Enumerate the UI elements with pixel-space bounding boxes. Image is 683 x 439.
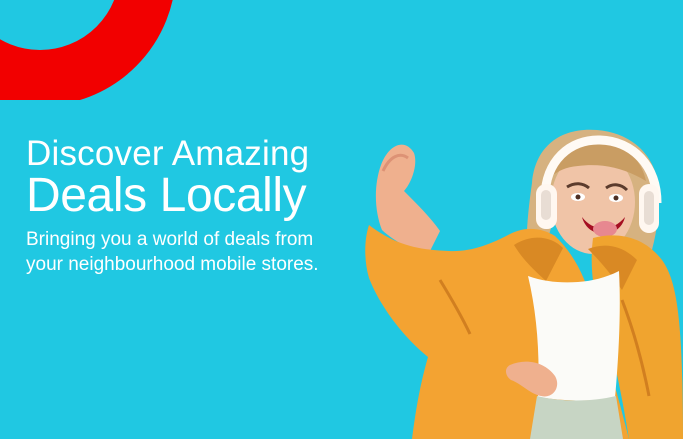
subtitle: Bringing you a world of deals from your … xyxy=(26,227,364,277)
woman-with-headphones-illustration xyxy=(365,129,683,439)
headline-line-1: Discover Amazing xyxy=(26,134,310,173)
headline-line-2: Deals Locally xyxy=(26,169,307,222)
hero-banner: Discover Amazing Deals Locally Bringing … xyxy=(0,0,683,439)
decorative-red-arc xyxy=(0,0,173,100)
hero-image xyxy=(340,110,683,439)
subtitle-line-2: your neighbourhood mobile stores. xyxy=(26,254,319,275)
subtitle-line-1: Bringing you a world of deals from xyxy=(26,229,314,250)
headline: Discover Amazing Deals Locally xyxy=(26,134,371,222)
